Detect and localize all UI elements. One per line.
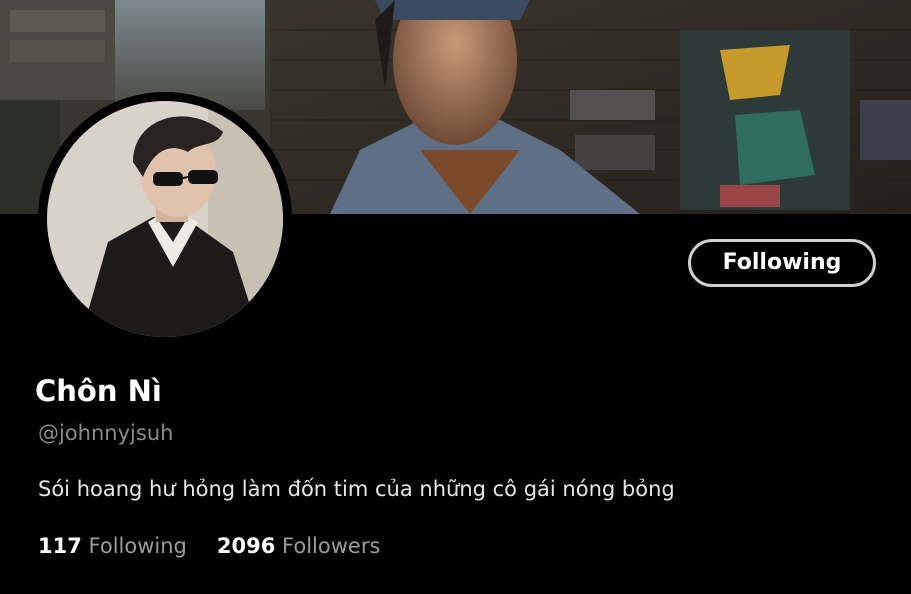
profile-bio: Sói hoang hư hỏng làm đốn tim của những … xyxy=(38,477,675,501)
followers-label: Followers xyxy=(282,534,381,558)
profile-handle: @johnnyjsuh xyxy=(38,421,174,445)
followers-count: 2096 xyxy=(216,534,276,558)
following-button[interactable]: Following xyxy=(688,239,876,287)
avatar-photo xyxy=(38,92,292,346)
followers-count-link[interactable]: 2096 Followers xyxy=(217,534,381,558)
profile-display-name: Chôn Nì xyxy=(35,374,162,408)
profile-avatar[interactable] xyxy=(38,92,292,346)
following-label: Following xyxy=(88,534,187,558)
profile-stats: 117 Following 2096 Followers xyxy=(38,534,380,558)
following-count: 117 xyxy=(38,534,82,558)
following-count-link[interactable]: 117 Following xyxy=(38,534,187,558)
